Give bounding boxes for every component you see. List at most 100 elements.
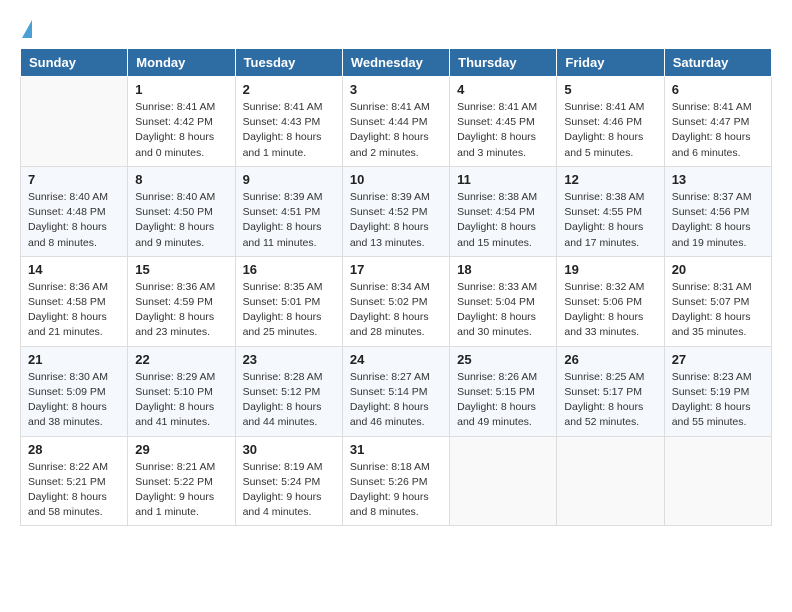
calendar-week-row: 7Sunrise: 8:40 AMSunset: 4:48 PMDaylight…	[21, 166, 772, 256]
calendar-cell: 22 Sunrise: 8:29 AMSunset: 5:10 PMDayligh…	[128, 346, 235, 436]
day-info: Sunrise: 8:35 AMSunset: 5:01 PMDaylight:…	[243, 280, 335, 341]
calendar-cell: 20 Sunrise: 8:31 AMSunset: 5:07 PMDayligh…	[664, 256, 771, 346]
day-number: 17	[350, 262, 442, 277]
day-number: 13	[672, 172, 764, 187]
day-number: 18	[457, 262, 549, 277]
calendar-cell: 31 Sunrise: 8:18 AMSunset: 5:26 PMDayligh…	[342, 436, 449, 526]
day-number: 4	[457, 82, 549, 97]
calendar-cell: 2 Sunrise: 8:41 AMSunset: 4:43 PMDaylight…	[235, 77, 342, 167]
day-header-sunday: Sunday	[21, 49, 128, 77]
calendar-cell	[21, 77, 128, 167]
day-info: Sunrise: 8:40 AMSunset: 4:50 PMDaylight:…	[135, 190, 227, 251]
day-number: 10	[350, 172, 442, 187]
calendar-cell: 16 Sunrise: 8:35 AMSunset: 5:01 PMDayligh…	[235, 256, 342, 346]
day-number: 26	[564, 352, 656, 367]
day-info: Sunrise: 8:22 AMSunset: 5:21 PMDaylight:…	[28, 460, 120, 521]
day-info: Sunrise: 8:33 AMSunset: 5:04 PMDaylight:…	[457, 280, 549, 341]
calendar-week-row: 28 Sunrise: 8:22 AMSunset: 5:21 PMDayligh…	[21, 436, 772, 526]
calendar-cell: 10 Sunrise: 8:39 AMSunset: 4:52 PMDayligh…	[342, 166, 449, 256]
day-info: Sunrise: 8:36 AMSunset: 4:59 PMDaylight:…	[135, 280, 227, 341]
calendar-cell: 28 Sunrise: 8:22 AMSunset: 5:21 PMDayligh…	[21, 436, 128, 526]
day-info: Sunrise: 8:39 AMSunset: 4:51 PMDaylight:…	[243, 190, 335, 251]
day-info: Sunrise: 8:18 AMSunset: 5:26 PMDaylight:…	[350, 460, 442, 521]
day-number: 11	[457, 172, 549, 187]
calendar-cell: 30 Sunrise: 8:19 AMSunset: 5:24 PMDayligh…	[235, 436, 342, 526]
day-number: 23	[243, 352, 335, 367]
day-info: Sunrise: 8:41 AMSunset: 4:45 PMDaylight:…	[457, 100, 549, 161]
calendar-cell: 11 Sunrise: 8:38 AMSunset: 4:54 PMDayligh…	[450, 166, 557, 256]
day-info: Sunrise: 8:27 AMSunset: 5:14 PMDaylight:…	[350, 370, 442, 431]
day-number: 30	[243, 442, 335, 457]
calendar-cell: 3 Sunrise: 8:41 AMSunset: 4:44 PMDaylight…	[342, 77, 449, 167]
day-number: 3	[350, 82, 442, 97]
calendar-cell	[557, 436, 664, 526]
day-info: Sunrise: 8:41 AMSunset: 4:43 PMDaylight:…	[243, 100, 335, 161]
calendar-cell: 29Sunrise: 8:21 AMSunset: 5:22 PMDayligh…	[128, 436, 235, 526]
day-number: 25	[457, 352, 549, 367]
day-header-friday: Friday	[557, 49, 664, 77]
day-info: Sunrise: 8:39 AMSunset: 4:52 PMDaylight:…	[350, 190, 442, 251]
day-number: 20	[672, 262, 764, 277]
calendar-week-row: 14 Sunrise: 8:36 AMSunset: 4:58 PMDayligh…	[21, 256, 772, 346]
calendar-cell	[664, 436, 771, 526]
day-info: Sunrise: 8:41 AMSunset: 4:42 PMDaylight:…	[135, 100, 227, 161]
calendar-cell: 18 Sunrise: 8:33 AMSunset: 5:04 PMDayligh…	[450, 256, 557, 346]
day-info: Sunrise: 8:31 AMSunset: 5:07 PMDaylight:…	[672, 280, 764, 341]
day-number: 22	[135, 352, 227, 367]
calendar-cell: 13 Sunrise: 8:37 AMSunset: 4:56 PMDayligh…	[664, 166, 771, 256]
day-header-thursday: Thursday	[450, 49, 557, 77]
day-number: 2	[243, 82, 335, 97]
calendar-cell: 26Sunrise: 8:25 AMSunset: 5:17 PMDayligh…	[557, 346, 664, 436]
day-info: Sunrise: 8:30 AMSunset: 5:09 PMDaylight:…	[28, 370, 120, 431]
day-header-tuesday: Tuesday	[235, 49, 342, 77]
day-number: 16	[243, 262, 335, 277]
calendar-cell: 4 Sunrise: 8:41 AMSunset: 4:45 PMDaylight…	[450, 77, 557, 167]
day-number: 14	[28, 262, 120, 277]
day-info: Sunrise: 8:38 AMSunset: 4:55 PMDaylight:…	[564, 190, 656, 251]
calendar-header-row: SundayMondayTuesdayWednesdayThursdayFrid…	[21, 49, 772, 77]
calendar-cell: 17 Sunrise: 8:34 AMSunset: 5:02 PMDayligh…	[342, 256, 449, 346]
day-info: Sunrise: 8:41 AMSunset: 4:47 PMDaylight:…	[672, 100, 764, 161]
calendar-cell	[450, 436, 557, 526]
calendar-week-row: 1 Sunrise: 8:41 AMSunset: 4:42 PMDaylight…	[21, 77, 772, 167]
calendar-cell: 24Sunrise: 8:27 AMSunset: 5:14 PMDayligh…	[342, 346, 449, 436]
calendar-cell: 19 Sunrise: 8:32 AMSunset: 5:06 PMDayligh…	[557, 256, 664, 346]
day-info: Sunrise: 8:21 AMSunset: 5:22 PMDaylight:…	[135, 460, 227, 521]
day-info: Sunrise: 8:41 AMSunset: 4:44 PMDaylight:…	[350, 100, 442, 161]
logo-triangle-icon	[22, 20, 32, 38]
day-number: 15	[135, 262, 227, 277]
calendar-cell: 7Sunrise: 8:40 AMSunset: 4:48 PMDaylight…	[21, 166, 128, 256]
day-info: Sunrise: 8:29 AMSunset: 5:10 PMDaylight:…	[135, 370, 227, 431]
day-info: Sunrise: 8:26 AMSunset: 5:15 PMDaylight:…	[457, 370, 549, 431]
day-info: Sunrise: 8:40 AMSunset: 4:48 PMDaylight:…	[28, 190, 120, 251]
day-info: Sunrise: 8:38 AMSunset: 4:54 PMDaylight:…	[457, 190, 549, 251]
calendar-cell: 14 Sunrise: 8:36 AMSunset: 4:58 PMDayligh…	[21, 256, 128, 346]
day-number: 27	[672, 352, 764, 367]
page-header	[20, 20, 772, 38]
day-header-monday: Monday	[128, 49, 235, 77]
day-number: 12	[564, 172, 656, 187]
day-info: Sunrise: 8:32 AMSunset: 5:06 PMDaylight:…	[564, 280, 656, 341]
day-number: 1	[135, 82, 227, 97]
calendar-cell: 9 Sunrise: 8:39 AMSunset: 4:51 PMDaylight…	[235, 166, 342, 256]
day-info: Sunrise: 8:36 AMSunset: 4:58 PMDaylight:…	[28, 280, 120, 341]
day-number: 28	[28, 442, 120, 457]
calendar-week-row: 21Sunrise: 8:30 AMSunset: 5:09 PMDayligh…	[21, 346, 772, 436]
day-info: Sunrise: 8:37 AMSunset: 4:56 PMDaylight:…	[672, 190, 764, 251]
day-info: Sunrise: 8:28 AMSunset: 5:12 PMDaylight:…	[243, 370, 335, 431]
calendar-cell: 5Sunrise: 8:41 AMSunset: 4:46 PMDaylight…	[557, 77, 664, 167]
logo	[20, 20, 32, 38]
day-number: 19	[564, 262, 656, 277]
calendar-cell: 6Sunrise: 8:41 AMSunset: 4:47 PMDaylight…	[664, 77, 771, 167]
day-number: 31	[350, 442, 442, 457]
calendar-table: SundayMondayTuesdayWednesdayThursdayFrid…	[20, 48, 772, 526]
day-header-wednesday: Wednesday	[342, 49, 449, 77]
calendar-cell: 25 Sunrise: 8:26 AMSunset: 5:15 PMDayligh…	[450, 346, 557, 436]
calendar-cell: 21Sunrise: 8:30 AMSunset: 5:09 PMDayligh…	[21, 346, 128, 436]
day-info: Sunrise: 8:19 AMSunset: 5:24 PMDaylight:…	[243, 460, 335, 521]
day-header-saturday: Saturday	[664, 49, 771, 77]
calendar-cell: 15 Sunrise: 8:36 AMSunset: 4:59 PMDayligh…	[128, 256, 235, 346]
day-number: 9	[243, 172, 335, 187]
day-info: Sunrise: 8:34 AMSunset: 5:02 PMDaylight:…	[350, 280, 442, 341]
calendar-cell: 23 Sunrise: 8:28 AMSunset: 5:12 PMDayligh…	[235, 346, 342, 436]
